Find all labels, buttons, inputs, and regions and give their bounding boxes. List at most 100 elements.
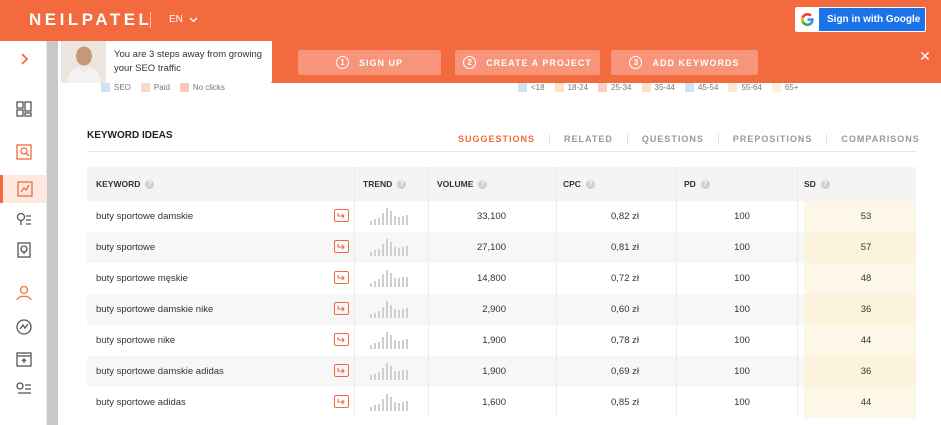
table-row[interactable]: buty sportowe damskie nike 2,900 0,60 zł 10… (87, 294, 916, 325)
trend-sparkline (370, 207, 408, 225)
legend-item: 55-64 (728, 83, 762, 92)
trend-bar (378, 342, 380, 349)
tab-questions[interactable]: QUESTIONS (626, 134, 718, 144)
trend-bar (370, 283, 372, 287)
trend-bar (394, 340, 396, 349)
keyword-cell[interactable]: buty sportowe adidas (96, 387, 186, 418)
pd-cell: 100 (734, 211, 750, 222)
step-create-project-button[interactable]: 2 CREATE A PROJECT (455, 50, 600, 75)
keyword-cell[interactable]: buty sportowe nike (96, 325, 175, 356)
table-row[interactable]: buty sportowe damskie adidas 1,900 0,69 zł… (87, 356, 916, 387)
legend-item: 65+ (771, 83, 799, 92)
column-header-sd[interactable]: SD? (804, 167, 830, 201)
legend-label: 45-54 (697, 83, 719, 92)
help-icon[interactable]: ? (585, 179, 595, 189)
google-signin-button[interactable]: Sign in with Google (795, 7, 926, 32)
expand-chevron-icon[interactable] (0, 45, 47, 73)
column-separator (354, 167, 355, 416)
pd-cell: 100 (734, 242, 750, 253)
trend-bar (390, 335, 392, 349)
neilpatel-logo[interactable]: NEILPATEL (29, 10, 152, 30)
site-audit-icon[interactable] (0, 138, 47, 166)
open-keyword-icon[interactable] (334, 364, 349, 377)
open-keyword-icon[interactable] (334, 395, 349, 408)
language-selector[interactable]: EN (169, 14, 198, 25)
keyword-cell[interactable]: buty sportowe damskie nike (96, 294, 213, 325)
trend-bar (406, 308, 408, 318)
legend-item: 35-44 (641, 83, 675, 92)
column-header-volume[interactable]: VOLUME? (437, 167, 488, 201)
trend-bar (374, 343, 376, 349)
trend-bar (402, 277, 404, 287)
column-separator (556, 167, 557, 416)
google-signin-label: Sign in with Google (827, 14, 921, 25)
step-add-keywords-button[interactable]: 3 ADD KEYWORDS (611, 50, 758, 75)
trend-bar (378, 311, 380, 318)
close-icon[interactable]: ✕ (916, 47, 934, 65)
open-keyword-icon[interactable] (334, 333, 349, 346)
content-ideas-icon[interactable] (0, 206, 47, 234)
trend-bar (382, 399, 384, 411)
trend-sparkline (370, 331, 408, 349)
open-keyword-icon[interactable] (334, 302, 349, 315)
trend-bar (402, 370, 404, 380)
column-header-cpc[interactable]: CPC? (563, 167, 595, 201)
open-keyword-icon[interactable] (334, 209, 349, 222)
help-icon[interactable]: ? (700, 179, 710, 189)
tab-prepositions[interactable]: PREPOSITIONS (717, 134, 827, 144)
backlinks-icon[interactable] (0, 236, 47, 264)
trend-bar (370, 314, 372, 318)
open-keyword-icon[interactable] (334, 271, 349, 284)
help-icon[interactable]: ? (145, 179, 155, 189)
legend-label: 65+ (784, 83, 799, 92)
table-row[interactable]: buty sportowe adidas 1,600 0,85 zł 100 44 (87, 387, 916, 418)
column-label: VOLUME (437, 179, 474, 189)
step-label: ADD KEYWORDS (652, 57, 740, 68)
legend-label: 18-24 (567, 83, 589, 92)
keyword-cell[interactable]: buty sportowe (96, 232, 155, 263)
help-icon[interactable]: ? (397, 179, 407, 189)
trend-bar (398, 248, 400, 256)
keyword-lists-icon[interactable] (0, 375, 47, 403)
trend-bar (402, 402, 404, 411)
open-keyword-icon[interactable] (334, 240, 349, 253)
trend-bar (386, 332, 388, 349)
trend-bar (406, 401, 408, 411)
tab-comparisons[interactable]: COMPARISONS (826, 134, 933, 144)
step-number: 3 (629, 56, 643, 69)
column-header-keyword[interactable]: KEYWORD? (96, 167, 155, 201)
trend-bar (378, 249, 380, 256)
trend-bar (374, 313, 376, 318)
trend-sparkline (370, 300, 408, 318)
dashboard-icon[interactable] (0, 95, 47, 123)
help-icon[interactable]: ? (478, 179, 488, 189)
keyword-ideas-icon[interactable] (0, 175, 47, 203)
help-icon[interactable]: ? (820, 179, 830, 189)
trend-bar (378, 372, 380, 380)
keyword-cell[interactable]: buty sportowe damskie (96, 201, 193, 232)
rank-tracker-icon[interactable] (0, 313, 47, 341)
table-row[interactable]: buty sportowe nike 1,900 0,78 zł 100 44 (87, 325, 916, 356)
keyword-cell[interactable]: buty sportowe męskie (96, 263, 188, 294)
sidebar-scrollbar[interactable] (47, 41, 58, 425)
trend-bar (382, 307, 384, 318)
table-row[interactable]: buty sportowe męskie 14,800 0,72 zł 100 48 (87, 263, 916, 294)
age-legend: <18 18-24 25-34 35-44 45-54 55-64 65+ (518, 83, 809, 92)
sd-cell: 57 (860, 242, 872, 253)
tab-suggestions[interactable]: SUGGESTIONS (444, 134, 549, 144)
trend-bar (394, 402, 396, 411)
chrome-extension-icon[interactable] (0, 345, 47, 373)
step-number: 1 (335, 56, 349, 69)
tab-related[interactable]: RELATED (549, 134, 627, 144)
keyword-cell[interactable]: buty sportowe damskie adidas (96, 356, 224, 387)
trend-sparkline (370, 269, 408, 287)
trend-bar (394, 371, 396, 380)
table-row[interactable]: buty sportowe damskie 33,100 0,82 zł 100 53 (87, 201, 916, 232)
step-sign-up-button[interactable]: 1 SIGN UP (298, 50, 441, 75)
column-header-pd[interactable]: PD? (684, 167, 710, 201)
table-row[interactable]: buty sportowe 27,100 0,81 zł 100 57 (87, 232, 916, 263)
legend-label: No clicks (192, 83, 225, 92)
traffic-analyzer-icon[interactable] (0, 279, 47, 307)
legend-swatch (554, 83, 564, 92)
column-header-trend[interactable]: TREND? (363, 167, 407, 201)
